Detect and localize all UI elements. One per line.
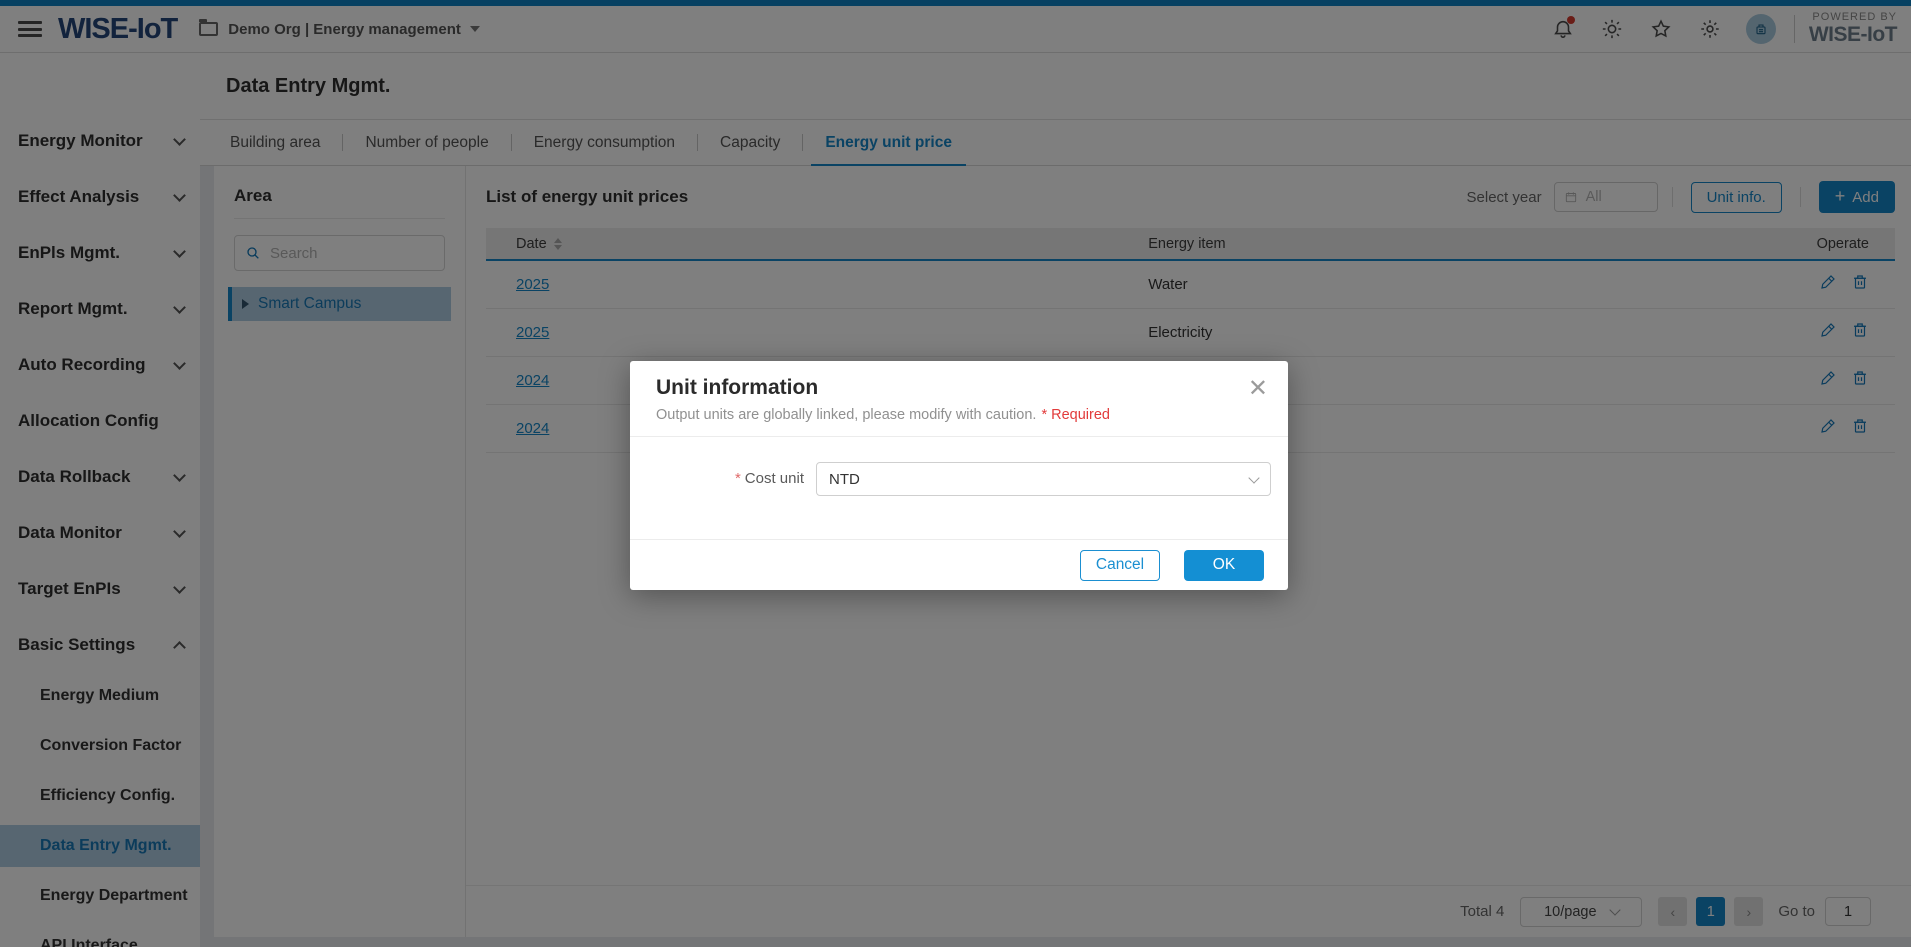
close-icon[interactable]: ✕ bbox=[1248, 377, 1268, 401]
cost-unit-value: NTD bbox=[829, 471, 1250, 488]
modal-body: *Cost unit NTD bbox=[630, 437, 1288, 539]
required-note: * Required bbox=[1041, 407, 1110, 423]
unit-information-modal: Unit information Output units are global… bbox=[630, 361, 1288, 590]
chevron-down-icon bbox=[1248, 472, 1259, 483]
cost-unit-label: *Cost unit bbox=[630, 462, 804, 496]
required-asterisk: * bbox=[735, 470, 741, 487]
ok-button[interactable]: OK bbox=[1184, 550, 1264, 581]
modal-footer: Cancel OK bbox=[630, 539, 1288, 590]
cost-unit-select[interactable]: NTD bbox=[816, 462, 1271, 496]
modal-title: Unit information bbox=[656, 376, 1262, 400]
app-root: WISE-IoT Demo Org | Energy management bbox=[0, 0, 1911, 947]
modal-subtitle: Output units are globally linked, please… bbox=[656, 407, 1262, 423]
cancel-button[interactable]: Cancel bbox=[1080, 550, 1160, 581]
modal-header: Unit information Output units are global… bbox=[630, 361, 1288, 437]
